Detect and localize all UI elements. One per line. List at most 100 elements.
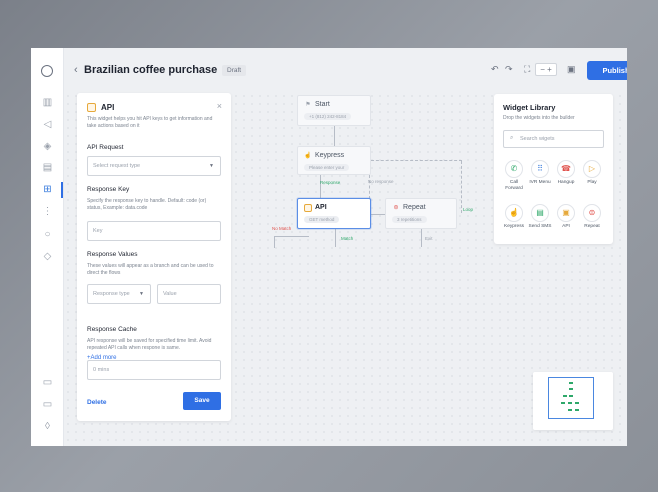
widget-keypress[interactable]: ☝ Keypress <box>501 204 527 230</box>
widget-label: Hangup <box>557 180 575 185</box>
api-icon <box>87 103 96 112</box>
zoom-out-button[interactable]: − <box>540 65 545 74</box>
node-title: Repeat <box>403 204 426 211</box>
widget-search-input[interactable]: ⌕ Search wigets <box>503 130 604 148</box>
edge-label-response: Response <box>320 180 341 185</box>
minimap-node <box>575 409 579 411</box>
response-value-input[interactable]: Value <box>157 284 221 304</box>
widget-ivr-menu[interactable]: ⠿ IVR Menu <box>527 160 553 186</box>
response-key-input[interactable]: Key <box>87 221 221 241</box>
edge-api-repeat <box>371 214 385 215</box>
keypad-icon: ⠿ <box>531 160 549 178</box>
response-key-description: Specify the response key to handle. Defa… <box>87 198 207 211</box>
node-badge: Please enter your <box>304 164 350 171</box>
repeat-icon: ⊜ <box>393 205 399 211</box>
response-cache-label: Response Cache <box>87 326 137 333</box>
close-icon[interactable]: × <box>217 101 222 111</box>
flag-icon: ⚑ <box>305 102 311 108</box>
page-title: Brazilian coffee purchase <box>84 64 218 76</box>
widget-play[interactable]: ▷ Play <box>579 160 605 186</box>
minimap-node <box>569 395 573 397</box>
response-cache-input[interactable]: 0 mins <box>87 360 221 380</box>
flow-builder-icon[interactable]: ⊞ <box>41 183 54 196</box>
minimap[interactable] <box>533 372 613 430</box>
flow-node-api[interactable]: API GET method <box>297 198 371 229</box>
delete-button[interactable]: Delete <box>87 399 107 406</box>
keypress-icon: ☝ <box>304 153 312 159</box>
minimap-node <box>575 402 579 404</box>
save-button[interactable]: Save <box>183 392 221 410</box>
library-title: Widget Library <box>503 103 556 112</box>
widget-call-forward[interactable]: ✆ Call Forward <box>501 160 527 192</box>
publish-button[interactable]: Publish <box>587 61 627 80</box>
edge-loop-v <box>461 161 462 213</box>
node-title: Keypress <box>315 152 345 159</box>
widget-hangup[interactable]: ☎ Hangup <box>553 160 579 186</box>
response-key-placeholder: Key <box>93 228 103 234</box>
response-type-select[interactable]: Response type ▼ <box>87 284 151 304</box>
node-badge: GET method <box>304 216 340 223</box>
document-icon[interactable]: ▤ <box>41 161 54 174</box>
widget-label: Repeat <box>584 224 600 229</box>
widget-label: API <box>562 224 570 229</box>
edge-label-no-match: No Match <box>272 226 292 231</box>
flow-node-repeat[interactable]: ⊜ Repeat 3 repetitions <box>385 198 457 229</box>
zoom-control[interactable]: − + <box>535 63 557 76</box>
megaphone-icon[interactable]: ◁ <box>41 118 54 131</box>
widget-send-sms[interactable]: ▤ Send SMS <box>527 204 553 230</box>
node-badge: 3 repetitions <box>392 216 427 223</box>
widget-repeat[interactable]: ⊜ Repeat <box>579 204 605 230</box>
response-cache-placeholder: 0 mins <box>93 367 110 373</box>
widget-api[interactable]: ▣ API <box>553 204 579 230</box>
play-icon: ▷ <box>583 160 601 178</box>
minimap-node <box>569 382 573 384</box>
undo-icon[interactable]: ↶ <box>491 64 499 75</box>
card-icon[interactable]: ▭ <box>41 398 54 411</box>
keyboard-icon[interactable]: ▭ <box>41 376 54 389</box>
back-chevron-icon[interactable]: ‹ <box>74 64 78 76</box>
api-request-select[interactable]: Select request type ▼ <box>87 156 221 176</box>
widget-label: Send SMS <box>528 224 552 229</box>
shield-icon[interactable]: ◇ <box>41 250 54 263</box>
edge-label-loop: Loop <box>463 207 474 212</box>
chevron-down-icon: ▼ <box>139 291 144 297</box>
widget-label: IVR Menu <box>529 180 551 185</box>
chat-icon[interactable]: ○ <box>41 228 54 241</box>
edge-no-response-h <box>371 160 462 161</box>
edge-exit <box>421 229 422 247</box>
redo-icon[interactable]: ↷ <box>505 64 513 75</box>
response-key-label: Response Key <box>87 186 130 193</box>
fit-screen-icon[interactable]: ⛶ <box>524 64 530 75</box>
edge-label-exit: Exit <box>425 236 433 241</box>
left-nav-rail: ▥ ◁ ◈ ▤ ⊞ ⋮ ○ ◇ ▭ ▭ ◊ <box>31 48 64 446</box>
minimap-node <box>563 395 567 397</box>
chevron-down-icon: ▼ <box>209 163 214 169</box>
search-placeholder: Search wigets <box>520 136 555 142</box>
active-indicator <box>61 182 63 198</box>
tag-icon[interactable]: ◊ <box>41 420 54 433</box>
network-icon[interactable]: ⋮ <box>41 205 54 218</box>
logo-icon <box>41 65 53 77</box>
campaign-icon[interactable]: ◈ <box>41 140 54 153</box>
flow-node-keypress[interactable]: ☝ Keypress Please enter your <box>297 146 371 175</box>
panel-description: This widget helps you hit API keys to ge… <box>87 116 213 129</box>
flow-node-start[interactable]: ⚑ Start +1 (812) 242-8184 <box>297 95 371 126</box>
phone-forward-icon: ✆ <box>505 160 523 178</box>
analytics-icon[interactable]: ▥ <box>41 96 54 109</box>
edge-no-match-v <box>274 236 275 248</box>
minimap-node <box>568 409 572 411</box>
save-icon[interactable]: ▣ <box>567 64 576 75</box>
edge-no-match-h <box>274 236 309 237</box>
library-subtitle: Drop the widgets into the builder <box>503 115 575 121</box>
response-value-placeholder: Value <box>163 291 177 297</box>
api-request-label: API Request <box>87 144 124 151</box>
widget-label: Keypress <box>504 224 524 229</box>
widget-library-panel: Widget Library Drop the widgets into the… <box>494 94 613 244</box>
zoom-in-button[interactable]: + <box>547 65 552 74</box>
edge-label-match: Match <box>341 236 354 241</box>
api-request-placeholder: Select request type <box>93 163 141 169</box>
sms-icon: ▤ <box>531 204 549 222</box>
api-icon <box>304 204 312 212</box>
node-badge: +1 (812) 242-8184 <box>304 113 352 120</box>
widget-label: Call Forward <box>505 180 523 191</box>
